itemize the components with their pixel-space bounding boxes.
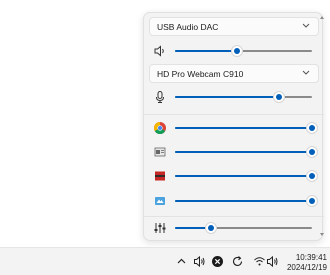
app-volume-fill	[175, 127, 312, 129]
app-volume-row-red-app	[144, 166, 324, 186]
app-volume-thumb[interactable]	[306, 170, 318, 182]
system-sounds-thumb[interactable]	[204, 222, 217, 234]
app-volume-row-blue-app	[144, 191, 324, 211]
chrome-icon	[153, 122, 166, 135]
output-device-dropdown[interactable]: USB Audio DAC	[149, 17, 319, 36]
close-circle-icon[interactable]	[211, 255, 224, 268]
input-volume-fill	[175, 96, 280, 98]
clock-date: 2024/12/19	[286, 263, 327, 272]
separator	[144, 114, 324, 115]
input-volume-slider[interactable]	[175, 91, 312, 103]
output-volume-row	[144, 41, 324, 61]
input-device-dropdown[interactable]: HD Pro Webcam C910	[149, 64, 319, 83]
volume-icon[interactable]	[266, 255, 279, 268]
input-device-label: HD Pro Webcam C910	[157, 68, 244, 79]
scroll-up-arrow-icon[interactable]	[320, 16, 324, 19]
separator	[144, 216, 324, 217]
input-volume-thumb[interactable]	[273, 91, 286, 103]
speaker-icon[interactable]	[153, 44, 167, 58]
volume-mixer-flyout: USB Audio DAC HD Pro Webcam C910	[143, 12, 324, 241]
media-player-icon	[154, 147, 166, 157]
app-volume-slider[interactable]	[175, 146, 318, 158]
app-volume-slider[interactable]	[175, 195, 318, 207]
chevron-down-icon	[302, 23, 310, 28]
chevron-down-icon	[302, 70, 310, 75]
output-volume-slider[interactable]	[175, 45, 312, 57]
app-volume-row-media-player	[144, 142, 324, 162]
output-volume-fill	[175, 50, 237, 52]
system-sounds-slider[interactable]	[175, 222, 312, 234]
taskbar-clock[interactable]: 10:39:41 2024/12/19	[281, 253, 327, 273]
blue-app-icon	[155, 197, 165, 205]
app-volume-slider[interactable]	[175, 122, 318, 134]
taskbar: 10:39:41 2024/12/19	[0, 247, 330, 275]
app-volume-fill	[175, 151, 312, 153]
output-device-label: USB Audio DAC	[157, 21, 219, 32]
app-volume-thumb[interactable]	[306, 122, 318, 134]
wifi-icon[interactable]	[253, 255, 266, 268]
refresh-icon[interactable]	[231, 255, 244, 268]
flyout-scrollbar[interactable]	[320, 16, 324, 236]
app-volume-fill	[175, 200, 312, 202]
red-app-icon	[155, 171, 165, 181]
system-sounds-row	[144, 218, 324, 238]
output-volume-thumb[interactable]	[230, 45, 243, 57]
clock-time: 10:39:41	[295, 253, 327, 262]
app-volume-row-chrome	[144, 118, 324, 138]
microphone-icon[interactable]	[153, 90, 167, 104]
app-volume-fill	[175, 175, 312, 177]
scroll-down-arrow-icon[interactable]	[320, 233, 324, 236]
app-volume-slider[interactable]	[175, 170, 318, 182]
speaker-icon[interactable]	[193, 255, 206, 268]
mixer-icon[interactable]	[153, 221, 167, 235]
app-volume-thumb[interactable]	[306, 146, 318, 158]
chevron-up-icon[interactable]	[175, 255, 188, 268]
app-volume-thumb[interactable]	[306, 195, 318, 207]
input-volume-row	[144, 87, 324, 107]
